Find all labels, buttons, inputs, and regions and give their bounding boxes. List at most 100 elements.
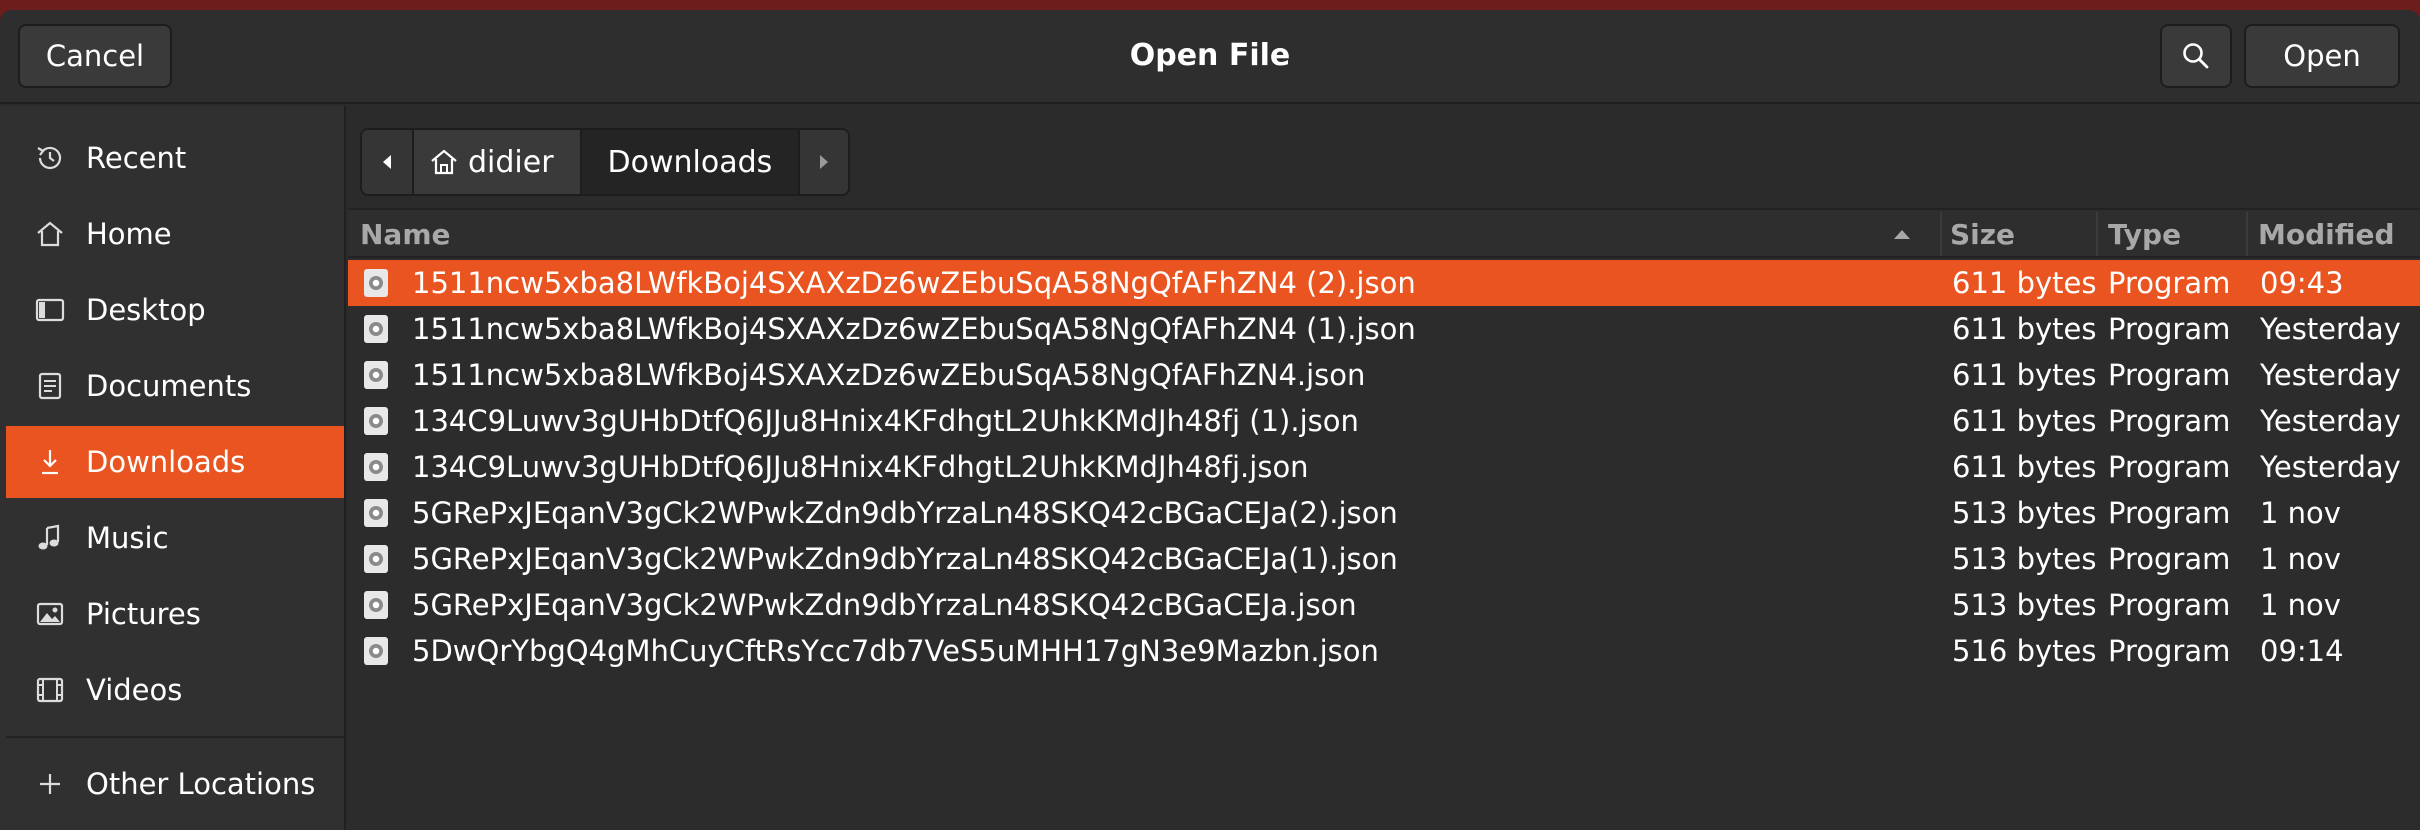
table-row[interactable]: 5GRePxJEqanV3gCk2WPwkZdn9dbYrzaLn48SKQ42… bbox=[348, 490, 2420, 536]
file-type: Program bbox=[2108, 266, 2231, 300]
file-chooser-dialog: Cancel Open File Open Recent Home Deskto… bbox=[0, 10, 2420, 830]
file-icon bbox=[362, 398, 390, 444]
column-divider[interactable] bbox=[2246, 212, 2248, 256]
file-type: Program bbox=[2108, 312, 2231, 346]
table-row[interactable]: 1511ncw5xba8LWfkBoj4SXAXzDz6wZEbuSqA58Ng… bbox=[348, 260, 2420, 306]
file-type: Program bbox=[2108, 588, 2231, 622]
sidebar-separator bbox=[6, 736, 344, 738]
sidebar-item-label: Other Locations bbox=[86, 767, 316, 801]
sort-ascending-icon bbox=[1894, 230, 1910, 239]
file-size: 611 bytes bbox=[1952, 358, 2097, 392]
file-modified: 1 nov bbox=[2260, 496, 2341, 530]
places-sidebar: Recent Home Desktop Documents Downloads bbox=[0, 106, 346, 830]
plus-icon bbox=[30, 764, 70, 804]
sidebar-item-label: Downloads bbox=[86, 445, 246, 479]
sidebar-item-other-locations[interactable]: Other Locations bbox=[6, 748, 344, 820]
path-segment-home[interactable]: didier bbox=[412, 130, 580, 194]
file-modified: 1 nov bbox=[2260, 588, 2341, 622]
file-modified: 1 nov bbox=[2260, 542, 2341, 576]
dialog-title: Open File bbox=[1129, 38, 1291, 73]
file-name: 134C9Luwv3gUHbDtfQ6JJu8Hnix4KFdhgtL2UhkK… bbox=[412, 404, 1359, 438]
sidebar-item-label: Music bbox=[86, 521, 169, 555]
file-name: 1511ncw5xba8LWfkBoj4SXAXzDz6wZEbuSqA58Ng… bbox=[412, 266, 1416, 300]
home-icon bbox=[30, 214, 70, 254]
file-size: 513 bytes bbox=[1952, 588, 2097, 622]
column-header-name[interactable]: Name bbox=[360, 210, 1938, 258]
list-header: Name Size Type Modified bbox=[348, 208, 2420, 258]
picture-icon bbox=[30, 594, 70, 634]
sidebar-item-label: Pictures bbox=[86, 597, 201, 631]
clock-icon bbox=[30, 138, 70, 178]
file-type: Program bbox=[2108, 542, 2231, 576]
sidebar-item-pictures[interactable]: Pictures bbox=[6, 578, 344, 650]
file-name: 5GRePxJEqanV3gCk2WPwkZdn9dbYrzaLn48SKQ42… bbox=[412, 496, 1398, 530]
table-row[interactable]: 5GRePxJEqanV3gCk2WPwkZdn9dbYrzaLn48SKQ42… bbox=[348, 582, 2420, 628]
file-size: 611 bytes bbox=[1952, 266, 2097, 300]
column-divider[interactable] bbox=[1940, 212, 1942, 256]
file-modified: Yesterday bbox=[2260, 450, 2401, 484]
search-button[interactable] bbox=[2160, 24, 2232, 88]
sidebar-item-documents[interactable]: Documents bbox=[6, 350, 344, 422]
table-row[interactable]: 5GRePxJEqanV3gCk2WPwkZdn9dbYrzaLn48SKQ42… bbox=[348, 536, 2420, 582]
sidebar-item-label: Documents bbox=[86, 369, 252, 403]
film-icon bbox=[30, 670, 70, 710]
table-row[interactable]: 134C9Luwv3gUHbDtfQ6JJu8Hnix4KFdhgtL2UhkK… bbox=[348, 398, 2420, 444]
file-modified: Yesterday bbox=[2260, 312, 2401, 346]
file-size: 516 bytes bbox=[1952, 634, 2097, 668]
file-name: 1511ncw5xba8LWfkBoj4SXAXzDz6wZEbuSqA58Ng… bbox=[412, 358, 1366, 392]
file-icon bbox=[362, 536, 390, 582]
file-icon bbox=[362, 490, 390, 536]
file-icon bbox=[362, 628, 390, 674]
open-button[interactable]: Open bbox=[2244, 24, 2400, 88]
file-icon bbox=[362, 260, 390, 306]
file-name: 5GRePxJEqanV3gCk2WPwkZdn9dbYrzaLn48SKQ42… bbox=[412, 542, 1398, 576]
file-size: 513 bytes bbox=[1952, 496, 2097, 530]
column-header-type[interactable]: Type bbox=[2108, 210, 2181, 258]
file-type: Program bbox=[2108, 496, 2231, 530]
file-icon bbox=[362, 352, 390, 398]
file-modified: 09:43 bbox=[2260, 266, 2344, 300]
music-note-icon bbox=[30, 518, 70, 558]
sidebar-item-home[interactable]: Home bbox=[6, 198, 344, 270]
file-list: Name Size Type Modified 1511ncw5xba8LWfk… bbox=[348, 208, 2420, 830]
path-scroll-left-button[interactable] bbox=[362, 130, 412, 194]
path-segment-current[interactable]: Downloads bbox=[579, 130, 799, 194]
sidebar-item-videos[interactable]: Videos bbox=[6, 654, 344, 726]
cancel-button[interactable]: Cancel bbox=[18, 24, 172, 88]
column-header-modified[interactable]: Modified bbox=[2258, 210, 2395, 258]
file-modified: Yesterday bbox=[2260, 404, 2401, 438]
table-row[interactable]: 5DwQrYbgQ4gMhCuyCftRsYcc7db7VeS5uMHH17gN… bbox=[348, 628, 2420, 674]
file-type: Program bbox=[2108, 634, 2231, 668]
sidebar-item-label: Videos bbox=[86, 673, 183, 707]
sidebar-item-label: Recent bbox=[86, 141, 187, 175]
document-icon bbox=[30, 366, 70, 406]
file-type: Program bbox=[2108, 450, 2231, 484]
table-row[interactable]: 1511ncw5xba8LWfkBoj4SXAXzDz6wZEbuSqA58Ng… bbox=[348, 306, 2420, 352]
table-row[interactable]: 1511ncw5xba8LWfkBoj4SXAXzDz6wZEbuSqA58Ng… bbox=[348, 352, 2420, 398]
column-header-size[interactable]: Size bbox=[1950, 210, 2015, 258]
file-size: 513 bytes bbox=[1952, 542, 2097, 576]
file-size: 611 bytes bbox=[1952, 312, 2097, 346]
column-divider[interactable] bbox=[2096, 212, 2098, 256]
file-size: 611 bytes bbox=[1952, 450, 2097, 484]
file-size: 611 bytes bbox=[1952, 404, 2097, 438]
sidebar-item-music[interactable]: Music bbox=[6, 502, 344, 574]
path-scroll-right-button[interactable] bbox=[798, 130, 849, 194]
file-name: 134C9Luwv3gUHbDtfQ6JJu8Hnix4KFdhgtL2UhkK… bbox=[412, 450, 1309, 484]
table-row[interactable]: 134C9Luwv3gUHbDtfQ6JJu8Hnix4KFdhgtL2UhkK… bbox=[348, 444, 2420, 490]
sidebar-item-recent[interactable]: Recent bbox=[6, 122, 344, 194]
chevron-right-icon bbox=[820, 155, 829, 169]
column-header-label: Name bbox=[360, 217, 451, 251]
sidebar-item-label: Home bbox=[86, 217, 172, 251]
sidebar-item-downloads[interactable]: Downloads bbox=[6, 426, 344, 498]
home-icon bbox=[431, 149, 457, 175]
sidebar-item-label: Desktop bbox=[86, 293, 206, 327]
file-type: Program bbox=[2108, 404, 2231, 438]
file-icon bbox=[362, 582, 390, 628]
path-segment-label: Downloads bbox=[607, 144, 773, 180]
sidebar-item-desktop[interactable]: Desktop bbox=[6, 274, 344, 346]
search-icon bbox=[2183, 43, 2209, 69]
download-icon bbox=[30, 442, 70, 482]
file-modified: 09:14 bbox=[2260, 634, 2344, 668]
header-bar: Cancel Open File Open bbox=[0, 10, 2420, 104]
